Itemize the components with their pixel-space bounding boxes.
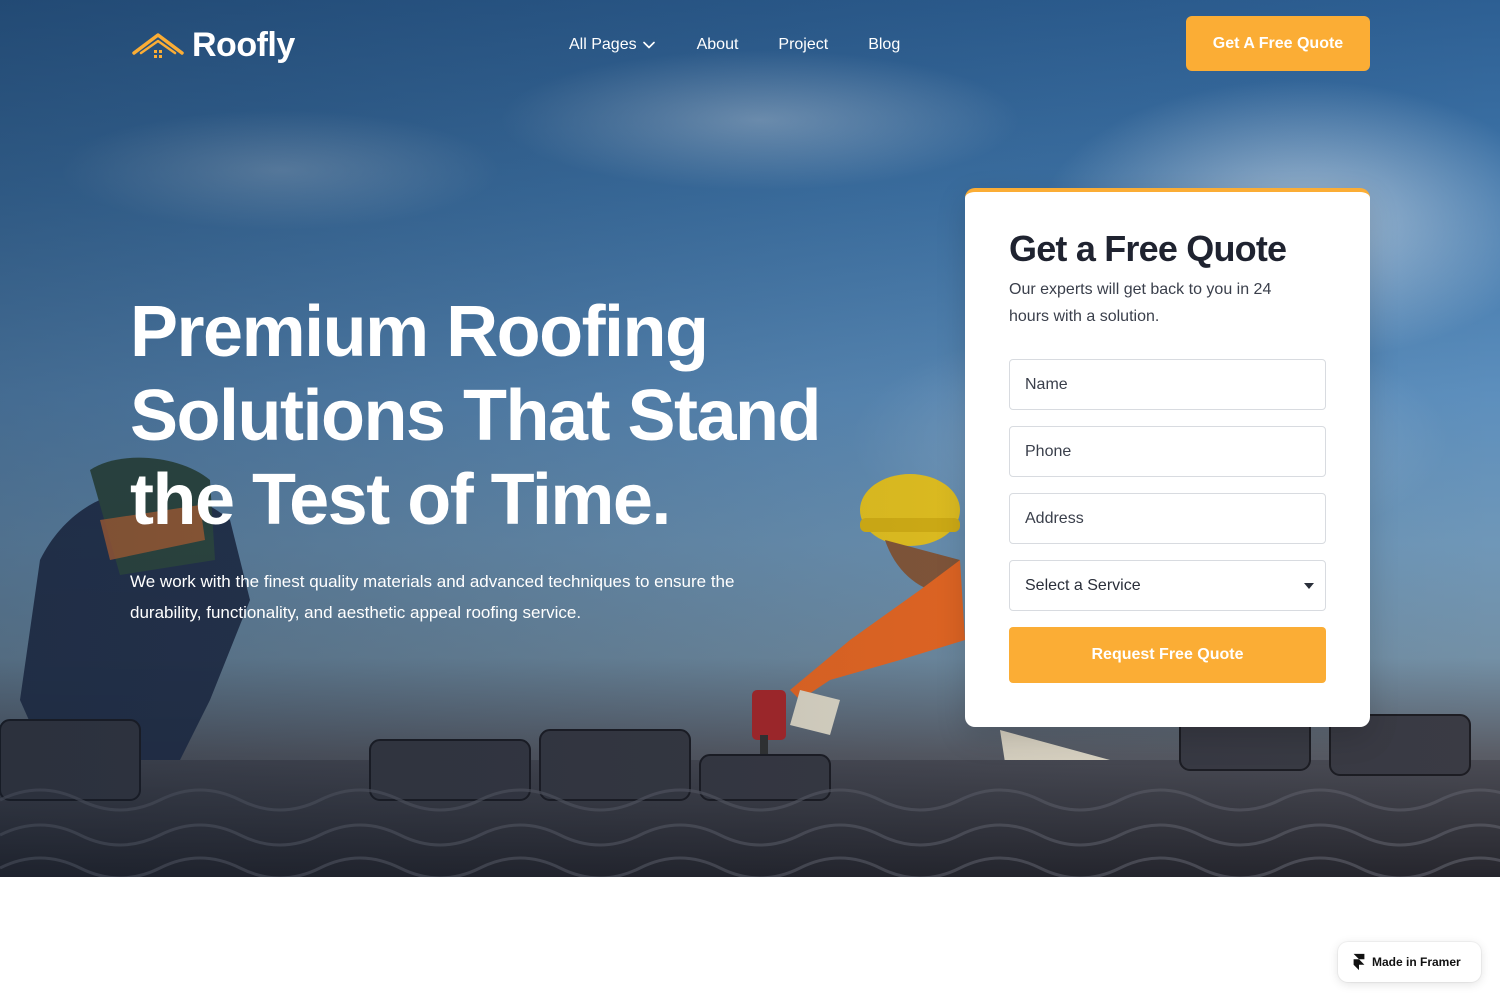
badge-label: Made in Framer: [1372, 955, 1461, 969]
get-free-quote-button[interactable]: Get A Free Quote: [1186, 16, 1370, 71]
quote-form-title: Get a Free Quote: [1009, 228, 1287, 269]
hero-title: Premium Roofing Solutions That Stand the…: [130, 292, 821, 540]
nav-item-label: About: [696, 36, 739, 53]
name-input[interactable]: [1009, 359, 1326, 410]
nav-item-label: Project: [778, 36, 829, 53]
nav-item-label: All Pages: [569, 36, 637, 53]
made-in-framer-badge[interactable]: Made in Framer: [1338, 942, 1481, 982]
nav-item-about[interactable]: About: [697, 36, 739, 54]
service-select[interactable]: Select a Service: [1009, 560, 1326, 611]
nav-item-label: Blog: [868, 36, 901, 53]
main-nav: All Pages About Project Blog: [569, 34, 900, 56]
nav-item-all-pages[interactable]: All Pages: [569, 36, 655, 54]
brand-logo[interactable]: Roofly: [132, 26, 295, 65]
hero-subtitle: We work with the finest quality material…: [130, 572, 735, 622]
framer-icon: [1353, 953, 1365, 971]
house-roof-icon: [132, 32, 184, 58]
quote-form-subtitle: Our experts will get back to you in 24 h…: [1009, 281, 1272, 325]
brand-name: Roofly: [192, 26, 295, 64]
caret-down-icon: [1304, 583, 1314, 589]
quote-form-card: Get a Free Quote Our experts will get ba…: [965, 188, 1370, 727]
phone-input[interactable]: [1009, 426, 1326, 477]
service-select-value: Select a Service: [1025, 577, 1141, 594]
hero-section: Roofly All Pages About Project Blog Get …: [0, 0, 1500, 877]
address-input[interactable]: [1009, 493, 1326, 544]
request-free-quote-button[interactable]: Request Free Quote: [1009, 627, 1326, 683]
nav-item-blog[interactable]: Blog: [868, 36, 900, 54]
nav-item-project[interactable]: Project: [778, 36, 828, 54]
chevron-down-icon: [642, 41, 655, 49]
